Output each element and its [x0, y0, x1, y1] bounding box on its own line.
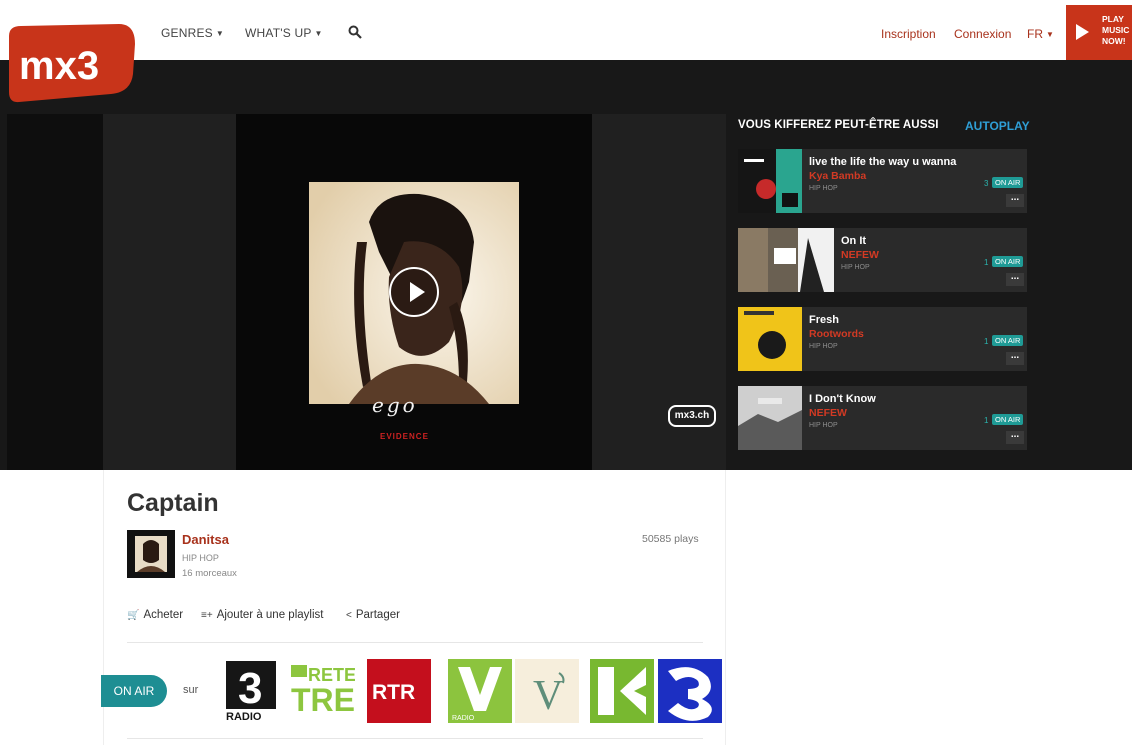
onair-badge: ON AIR [992, 256, 1024, 267]
suggestion-item[interactable]: On It NEFEW HIP HOP 1 ON AIR ... [738, 228, 1027, 292]
suggestion-genre: HIP HOP [809, 422, 838, 429]
suggestion-genre: HIP HOP [841, 264, 870, 271]
suggestion-thumbnail[interactable] [738, 386, 802, 450]
onair-badge: ON AIR [992, 335, 1024, 346]
share-icon: < [346, 610, 352, 621]
station-logo-rtr[interactable]: RTR [367, 659, 431, 723]
artist-genre: HIP HOP [182, 553, 219, 563]
svg-text:RTR: RTR [372, 681, 415, 704]
buy-button[interactable]: 🛒 Acheter [127, 609, 183, 621]
play-button[interactable] [389, 267, 439, 317]
suggestion-thumbnail[interactable] [738, 228, 834, 292]
share-label: Partager [355, 609, 400, 621]
more-options-button[interactable]: ... [1006, 272, 1024, 286]
signup-link[interactable]: Inscription [881, 27, 936, 41]
station-logo-rete-tre[interactable]: RETE TRE [291, 659, 355, 723]
station-logo-swiss-pop[interactable] [590, 659, 654, 723]
top-navigation-bar: GENRES ▼ WHAT'S UP ▼ Inscription Connexion… [0, 0, 1132, 60]
suggestion-item[interactable]: I Don't Know NEFEW HIP HOP 1 ON AIR ... [738, 386, 1027, 450]
svg-text:3: 3 [238, 664, 262, 713]
more-options-button[interactable]: ... [1006, 193, 1024, 207]
suggestion-item[interactable]: live the life the way u wanna Kya Bamba … [738, 149, 1027, 213]
nav-whats-up[interactable]: WHAT'S UP ▼ [245, 26, 323, 40]
add-to-playlist-label: Ajouter à une playlist [216, 609, 324, 621]
svg-text:V: V [533, 673, 563, 719]
divider [127, 642, 703, 643]
play-count: 50585 plays [642, 533, 699, 545]
playlist-add-icon: ≡+ [201, 610, 213, 621]
more-options-button[interactable]: ... [1006, 351, 1024, 365]
onair-badge: ON AIR [992, 414, 1024, 425]
language-label: FR [1027, 27, 1043, 41]
more-options-button[interactable]: ... [1006, 430, 1024, 444]
suggestion-thumbnail[interactable] [738, 307, 802, 371]
nav-whats-up-label: WHAT'S UP [245, 26, 312, 40]
hero-padding [7, 114, 103, 470]
station-logo-couleur3[interactable]: V [515, 659, 579, 723]
svg-text:RADIO: RADIO [452, 715, 475, 722]
suggestion-genre: HIP HOP [809, 185, 838, 192]
divider [127, 738, 703, 739]
onair-count: 1 [984, 337, 989, 346]
svg-text:TRE: TRE [291, 682, 355, 718]
suggestion-artist[interactable]: Rootwords [809, 328, 864, 340]
suggestion-artist[interactable]: NEFEW [841, 249, 879, 261]
station-logo-virus[interactable]: RADIO [448, 659, 512, 723]
chevron-down-icon: ▼ [215, 29, 225, 39]
suggestion-title[interactable]: live the life the way u wanna [809, 156, 956, 168]
language-selector[interactable]: FR ▼ [1027, 27, 1054, 41]
share-button[interactable]: < Partager [346, 609, 400, 621]
station-logo-rts[interactable] [658, 659, 722, 723]
suggestion-title[interactable]: I Don't Know [809, 393, 876, 405]
svg-text:RADIO: RADIO [226, 711, 262, 723]
mx3-watermark: mx3.ch [668, 405, 716, 427]
chevron-down-icon: ▼ [1046, 30, 1054, 40]
mx3-logo[interactable]: mx3 [7, 24, 137, 104]
suggestion-artist[interactable]: NEFEW [809, 407, 847, 419]
cart-icon: 🛒 [127, 610, 140, 621]
onair-count: 1 [984, 416, 989, 425]
cover-title: ego [372, 393, 418, 417]
cover-label: EVIDENCE [380, 432, 429, 441]
suggestion-title[interactable]: On It [841, 235, 866, 247]
onair-count: 3 [984, 179, 989, 188]
artist-avatar[interactable] [127, 530, 175, 578]
song-title: Captain [127, 489, 219, 517]
artist-track-count: 16 morceaux [182, 568, 237, 579]
nav-genres-label: GENRES [161, 26, 213, 40]
suggestion-item[interactable]: Fresh Rootwords HIP HOP 1 ON AIR ... [738, 307, 1027, 371]
suggestions-heading: VOUS KIFFEREZ PEUT-ÊTRE AUSSI [738, 119, 939, 131]
login-link[interactable]: Connexion [954, 27, 1011, 41]
play-music-now-button[interactable]: PLAY MUSIC NOW! [1066, 5, 1132, 60]
suggestion-title[interactable]: Fresh [809, 314, 839, 326]
play-music-now-label: PLAY MUSIC NOW! [1102, 14, 1130, 46]
on-air-sur-label: sur [183, 684, 199, 696]
onair-badge: ON AIR [992, 177, 1024, 188]
nav-genres[interactable]: GENRES ▼ [161, 26, 224, 40]
suggestion-thumbnail[interactable] [738, 149, 802, 213]
onair-count: 1 [984, 258, 989, 267]
suggestion-artist[interactable]: Kya Bamba [809, 170, 866, 182]
play-icon [1076, 24, 1089, 40]
add-to-playlist-button[interactable]: ≡+ Ajouter à une playlist [201, 609, 323, 621]
logo-text: mx3 [19, 44, 99, 88]
on-air-badge: ON AIR [101, 675, 167, 707]
buy-label: Acheter [143, 609, 184, 621]
search-icon[interactable] [348, 25, 362, 39]
artist-name-link[interactable]: Danitsa [182, 532, 229, 547]
station-logo-srf3[interactable]: 3 RADIO [224, 659, 288, 723]
autoplay-toggle[interactable]: AUTOPLAY [965, 119, 1030, 133]
suggestion-genre: HIP HOP [809, 343, 838, 350]
chevron-down-icon: ▼ [314, 29, 323, 39]
hero-section: ego EVIDENCE mx3.ch VOUS KIFFEREZ PEUT-Ê… [0, 60, 1132, 470]
